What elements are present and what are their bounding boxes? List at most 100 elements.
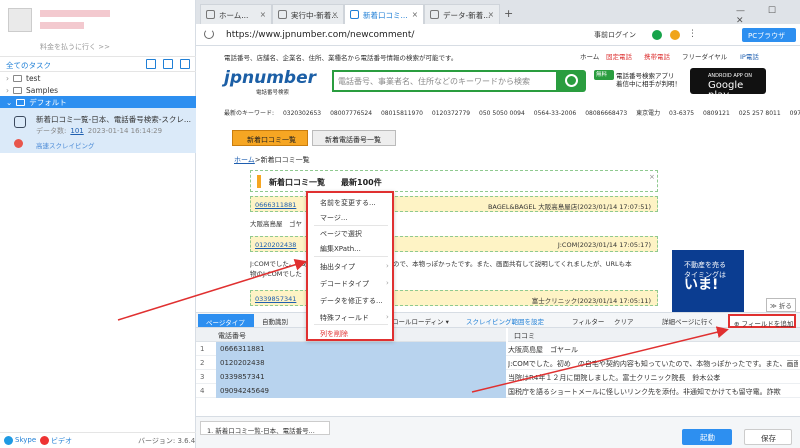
start-button[interactable]: 起動 [682, 429, 732, 445]
keyword-link[interactable]: 0320302653 [283, 110, 321, 117]
menu-select-on-page[interactable]: ページで選択 [320, 229, 362, 239]
tab-new-reviews[interactable]: 新着口コミ一覧 [232, 130, 308, 146]
site-search-input[interactable]: 電話番号、事業者名、住所などのキーワードから検索 [332, 70, 558, 92]
review-phone-link[interactable]: 0120202438 [255, 241, 296, 249]
keyword-link[interactable]: 09757494 [790, 110, 800, 117]
detail-page-button[interactable]: 詳細ページに行く [662, 316, 714, 326]
keyword-link[interactable]: 0564-33-2006 [534, 110, 577, 117]
menu-delete-column[interactable]: 列を削除 [320, 329, 348, 339]
blurred-account [40, 22, 84, 29]
keyword-link[interactable]: 0120372779 [432, 110, 470, 117]
add-field-button[interactable]: ⊕ フィールドを追加 [728, 314, 796, 328]
scrape-range-link[interactable]: スクレイピング範囲を設定 [466, 316, 544, 326]
table-row[interactable]: 2 0120202438 J:COMでした。初め の自宅や契約内容も知っていたので、… [196, 356, 800, 370]
folder-icon [16, 98, 26, 106]
menu-decode-type[interactable]: デコードタイプ › [320, 279, 389, 289]
page-icon [278, 10, 287, 19]
tab-new-numbers[interactable]: 新着電話番号一覧 [312, 130, 396, 146]
tab-running[interactable]: 実行中-新着... × [272, 4, 344, 24]
extension-green-icon[interactable] [652, 30, 662, 40]
page-tab[interactable]: 1. 新着口コミ一覧-日本、電話番号... [200, 421, 330, 435]
skype-icon[interactable] [4, 436, 13, 445]
site-logo[interactable]: jpnumber [224, 68, 316, 88]
close-icon[interactable]: × [260, 10, 266, 19]
menu-extract-type[interactable]: 抽出タイプ › [320, 262, 389, 272]
column-header-comment[interactable]: 口コミ [508, 328, 800, 342]
review-phone-link[interactable]: 0666311881 [255, 201, 296, 209]
nav-ip[interactable]: IP電話 [740, 51, 759, 61]
new-tab-button[interactable]: + [504, 7, 513, 20]
keyword-link[interactable]: 08007776524 [330, 110, 372, 117]
new-task-icon[interactable] [146, 59, 156, 69]
google-play-badge[interactable]: ANDROID APP ON Google play 今すぐ手に入れよう [690, 68, 766, 109]
task-sidebar: 料金を払うに行く >> 全てのタスク › test › Samples ⌄ デフ… [0, 0, 196, 448]
close-icon[interactable]: × [649, 173, 655, 181]
page-icon [206, 10, 215, 19]
scroll-loading-select[interactable]: ロールローディン ▾ [392, 316, 449, 326]
task-title: 新着口コミ一覧-日本、電話番号検索-スクレ... [36, 115, 192, 124]
status-bar: 1. 新着口コミ一覧-日本、電話番号... 起動 保存 [196, 416, 800, 448]
search-icon[interactable] [558, 70, 586, 92]
version-label: バージョン: 3.6.4 [138, 437, 196, 445]
nav-landline[interactable]: 固定電話 [606, 51, 632, 61]
table-row[interactable]: 4 09094245649 国税庁を語るショートメールに怪しいリンク先を添付。非通知… [196, 384, 800, 398]
url-input[interactable]: https://www.jpnumber.com/newcomment/ [226, 30, 414, 40]
task-mode: 高速スクレイピング [36, 142, 95, 150]
keyword-link[interactable]: 東京電力 [636, 110, 660, 117]
keyword-link[interactable]: 050 5050 0094 [479, 110, 525, 117]
review-phone-link[interactable]: 0339857341 [255, 295, 296, 303]
breadcrumb-home[interactable]: ホーム [234, 156, 255, 164]
video-link[interactable]: ビデオ [51, 436, 72, 446]
avatar[interactable] [8, 8, 32, 32]
close-icon[interactable]: × [488, 10, 494, 19]
keyword-line: 最新のキーワード: 0320302653 08007776524 0801581… [224, 108, 800, 117]
close-icon[interactable]: × [332, 10, 338, 19]
table-row[interactable]: 3 0339857341 当院はR4年１２月に閉院しました。富士クリニック院長 鈴木… [196, 370, 800, 384]
keyword-link[interactable]: 08015811970 [381, 110, 423, 117]
nav-freedial[interactable]: フリーダイヤル [682, 51, 727, 61]
tab-home[interactable]: ホーム... × [200, 4, 272, 24]
app-promo[interactable]: 電話番号検索アプリ 着信中に相手が判明！ [616, 72, 688, 88]
page-type-tab[interactable]: ページタイプ [198, 314, 254, 327]
keyword-link[interactable]: 0809121 [703, 110, 730, 117]
menu-special-field[interactable]: 特殊フィールド › [320, 313, 389, 323]
menu-merge[interactable]: マージ... [320, 213, 348, 223]
tab-reviews[interactable]: 新着口コミ... × [344, 4, 424, 24]
save-button[interactable]: 保存 [744, 429, 792, 445]
nav-mobile[interactable]: 携帯電話 [644, 51, 670, 61]
field-context-menu: 名前を変更する... マージ... ページで選択 編集XPath... 抽出タイ… [306, 191, 394, 341]
window-controls[interactable]: — ☐ ✕ [736, 6, 800, 26]
pc-browser-button[interactable]: PCブラウザ [742, 28, 796, 42]
accent-bar [257, 175, 261, 188]
keyword-link[interactable]: 08086668473 [585, 110, 627, 117]
import-icon[interactable] [163, 59, 173, 69]
clear-button[interactable]: クリア [614, 316, 634, 326]
data-count-link[interactable]: 101 [70, 127, 83, 135]
table-row[interactable]: 1 0666311881 大阪高島屋 ゴヤール [196, 342, 800, 356]
pre-login-button[interactable]: 事前ログイン [594, 30, 636, 40]
extension-orange-icon[interactable] [670, 30, 680, 40]
tree-item-test[interactable]: › test [0, 72, 196, 84]
menu-edit-xpath[interactable]: 編集XPath... [320, 244, 361, 254]
keyword-link[interactable]: 03-6375 [669, 110, 694, 117]
task-item[interactable]: 新着口コミ一覧-日本、電話番号検索-スクレ... データ数: 101 2023-01… [0, 108, 196, 153]
reload-icon[interactable] [204, 29, 214, 39]
auto-detect-button[interactable]: 自動識別 [262, 316, 288, 326]
close-icon[interactable]: × [412, 10, 418, 19]
skype-link[interactable]: Skype [15, 436, 36, 444]
youtube-icon[interactable] [40, 436, 49, 445]
tree-item-samples[interactable]: › Samples [0, 84, 196, 96]
menu-rename[interactable]: 名前を変更する... [320, 198, 376, 208]
filter-button[interactable]: フィルター [572, 316, 604, 326]
upgrade-link[interactable]: 料金を払うに行く >> [40, 42, 110, 52]
keyword-label: 最新のキーワード: [224, 110, 275, 117]
search-task-icon[interactable] [180, 59, 190, 69]
collapse-button[interactable]: ≫ 折る [766, 298, 796, 312]
keyword-link[interactable]: 025 257 8011 [739, 110, 781, 117]
menu-fix-data[interactable]: データを修正する... [320, 296, 383, 306]
real-estate-ad[interactable]: 不動産を売る タイミングは いま! [672, 250, 744, 312]
tab-data[interactable]: データ-新着... × [424, 4, 500, 24]
nav-home[interactable]: ホーム [580, 51, 599, 61]
more-icon[interactable]: ⋮ [688, 29, 697, 39]
tree-item-default[interactable]: ⌄ デフォルト [0, 96, 196, 108]
